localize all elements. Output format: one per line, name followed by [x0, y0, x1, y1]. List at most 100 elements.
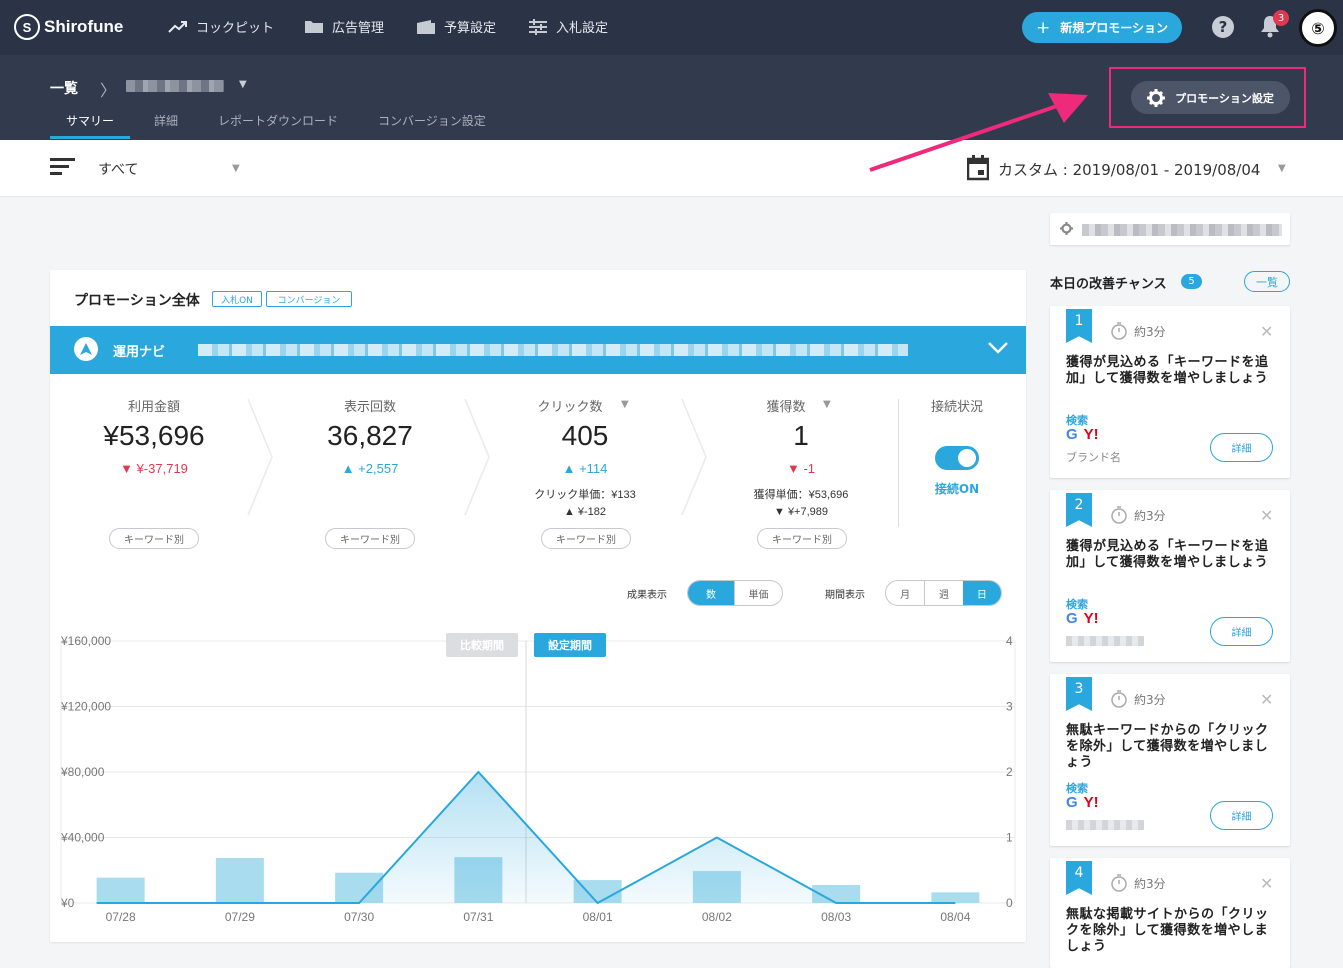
chance-title: 獲得が見込める「キーワードを追加」して獲得数を増やしましょう [1066, 539, 1269, 570]
caret-down-icon[interactable]: ▼ [1278, 163, 1286, 174]
chance-time: 約3分 [1134, 693, 1166, 707]
close-icon[interactable]: ✕ [1260, 690, 1273, 709]
result-option-count[interactable]: 数 [688, 581, 735, 605]
close-icon[interactable]: ✕ [1260, 874, 1273, 893]
triangle-down-icon: ▼ [120, 461, 137, 476]
y2-axis-tick-label: 2 [1006, 765, 1013, 779]
chevron-separator [681, 398, 707, 516]
user-avatar[interactable]: ⑤ [1299, 9, 1337, 47]
nav-label: 予算設定 [444, 21, 497, 36]
result-display-label: 成果表示 [627, 590, 667, 601]
metric-label-conversions: 獲得数 [766, 400, 806, 415]
breadcrumb-root[interactable]: 一覧 [50, 78, 78, 98]
connection-status-label: 接続状況 [930, 400, 983, 415]
tag-bidding-on: 入札ON [212, 291, 262, 307]
triangle-up-icon: ▲ [562, 461, 580, 476]
compare-period-label: 比較期間 [460, 638, 504, 652]
triangle-down-icon: ▼ [773, 506, 788, 518]
period-option-week[interactable]: 週 [924, 581, 962, 605]
chance-time: 約3分 [1134, 325, 1166, 339]
x-axis-tick-label: 07/31 [463, 910, 493, 924]
nav-label: 広告管理 [332, 21, 385, 36]
highlight-box-annotation [1109, 67, 1306, 128]
y-axis-tick-label: ¥80,000 [60, 765, 105, 779]
chance-title: 無駄な掲載サイトからの「クリックを除外」して獲得数を増やしましょう [1066, 907, 1269, 954]
y-axis-tick-label: ¥160,000 [60, 634, 111, 648]
performance-chart: ¥160,000 4 ¥120,000 3 ¥80,000 2 ¥40,000 1 ¥0 0 比較期… [60, 633, 1016, 924]
nav-ad-management[interactable]: 広告管理 [304, 17, 384, 36]
app-logo[interactable]: S Shirofune [14, 14, 123, 40]
triangle-up-icon: ▲ [341, 461, 359, 476]
x-axis-tick-label: 07/30 [344, 910, 374, 924]
x-axis-tick-label: 08/02 [702, 910, 732, 924]
ad-platform-logos: G Y! [1066, 610, 1099, 627]
gear-icon[interactable] [1060, 222, 1073, 235]
caret-down-icon[interactable]: ▼ [621, 399, 629, 410]
y2-axis-tick-label: 0 [1006, 896, 1013, 910]
ad-platform-logos: G Y! [1066, 426, 1099, 443]
caret-down-icon[interactable]: ▼ [232, 163, 240, 174]
filter-select-value[interactable]: すべて [98, 159, 138, 179]
x-axis-tick-label: 07/28 [106, 910, 136, 924]
chance-detail-button[interactable]: 詳細 [1210, 433, 1273, 462]
metric-sub-delta-cpc: ▲ ¥-182 [563, 506, 607, 518]
yahoo-logo-icon: Y! [1083, 610, 1099, 627]
chances-list-button[interactable]: 一覧 [1244, 271, 1290, 292]
nav-label: 入札設定 [556, 21, 609, 36]
help-icon[interactable]: ? [1212, 16, 1234, 38]
x-axis-tick-label: 08/04 [940, 910, 970, 924]
chevron-separator [464, 398, 490, 516]
chance-brand-redacted [1066, 636, 1144, 646]
caret-down-icon[interactable]: ▼ [239, 79, 247, 90]
period-display-toggle: 月 週 日 [885, 580, 1002, 606]
metric-label-impressions: 表示回数 [343, 400, 396, 415]
connection-status-text: 接続ON [934, 482, 980, 496]
period-option-day[interactable]: 日 [962, 581, 1001, 605]
result-display-toggle: 数 単価 [687, 580, 783, 606]
new-promotion-button[interactable]: + 新規プロモーション [1022, 12, 1182, 43]
period-option-month[interactable]: 月 [886, 581, 924, 605]
keyword-breakdown-button[interactable]: キーワード別 [109, 528, 199, 549]
filter-list-icon[interactable] [50, 158, 76, 176]
chevron-down-icon[interactable] [988, 340, 1008, 356]
wallet-icon [417, 19, 435, 34]
chance-brand-redacted [1066, 820, 1144, 830]
tab-report-download[interactable]: レポートダウンロード [218, 112, 338, 129]
stopwatch-icon [1110, 874, 1128, 896]
result-option-unit-price[interactable]: 単価 [734, 581, 782, 605]
nav-cockpit[interactable]: コックピット [168, 17, 274, 36]
chance-detail-button[interactable]: 詳細 [1210, 801, 1273, 830]
period-display-label: 期間表示 [825, 590, 865, 601]
app-name: Shirofune [44, 17, 124, 36]
metric-delta-cost: ▼ ¥-37,719 [120, 461, 188, 476]
y-axis-tick-label: ¥40,000 [60, 831, 105, 845]
plus-icon: + [1035, 17, 1051, 38]
nav-bidding[interactable]: 入札設定 [528, 17, 608, 36]
triangle-down-icon: ▼ [786, 461, 804, 476]
keyword-breakdown-button[interactable]: キーワード別 [325, 528, 415, 549]
chances-title: 本日の改善チャンス [1050, 277, 1167, 292]
keyword-breakdown-button[interactable]: キーワード別 [541, 528, 631, 549]
chance-detail-button[interactable]: 詳細 [1210, 617, 1273, 646]
folder-icon [305, 21, 323, 33]
navi-label: 運用ナビ [113, 345, 166, 360]
caret-down-icon[interactable]: ▼ [823, 399, 831, 410]
navi-arrow-icon [74, 337, 98, 361]
chevron-right-icon: 〉 [100, 81, 117, 100]
close-icon[interactable]: ✕ [1260, 322, 1273, 341]
connection-toggle[interactable] [935, 446, 979, 470]
keyword-breakdown-button[interactable]: キーワード別 [757, 528, 847, 549]
metric-sub-cpa: 獲得単価：¥53,696 [753, 489, 849, 501]
nav-budget[interactable]: 予算設定 [416, 17, 496, 36]
stopwatch-icon [1110, 506, 1128, 528]
nav-label: コックピット [196, 21, 275, 36]
metric-value-clicks: 405 [561, 420, 609, 451]
tab-detail[interactable]: 詳細 [154, 112, 178, 129]
tab-conversion-settings[interactable]: コンバージョン設定 [378, 112, 486, 129]
navi-message-redacted [198, 344, 908, 356]
close-icon[interactable]: ✕ [1260, 506, 1273, 525]
triangle-up-icon: ▲ [563, 506, 578, 518]
tab-summary[interactable]: サマリー [66, 112, 114, 129]
breadcrumb-promotion-name-redacted[interactable] [126, 80, 224, 92]
google-logo-icon: G [1066, 610, 1078, 627]
